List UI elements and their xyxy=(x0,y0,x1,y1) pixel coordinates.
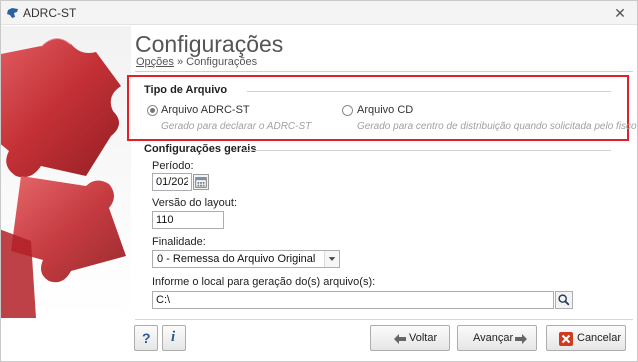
info-icon: i xyxy=(171,329,176,345)
info-button[interactable]: i xyxy=(162,325,186,351)
finalidade-selected-value: 0 - Remessa do Arquivo Original xyxy=(157,253,316,265)
puzzle-illustration xyxy=(1,26,131,318)
close-icon[interactable]: ✕ xyxy=(611,4,629,22)
radio-arquivo-adrc-st[interactable] xyxy=(147,105,158,116)
radio-label-adrc-st[interactable]: Arquivo ADRC-ST xyxy=(161,104,250,116)
hint-adrc-st: Gerado para declarar o ADRC-ST xyxy=(161,121,312,132)
cancel-x-icon xyxy=(559,332,573,346)
label-finalidade: Finalidade: xyxy=(152,236,206,248)
group-title-config-gerais: Configurações gerais xyxy=(144,143,257,155)
help-button[interactable]: ? xyxy=(134,325,158,351)
next-arrow-icon xyxy=(515,334,527,344)
search-icon[interactable] xyxy=(555,291,573,309)
back-button-label: Voltar xyxy=(409,332,438,344)
breadcrumb-separator: » xyxy=(176,56,184,68)
footer-divider xyxy=(135,319,633,320)
help-icon: ? xyxy=(142,330,151,346)
back-arrow-icon xyxy=(394,334,406,344)
chevron-down-icon[interactable] xyxy=(324,251,339,267)
title-bar: ADRC-ST ✕ xyxy=(1,1,637,25)
group-title-tipo-arquivo: Tipo de Arquivo xyxy=(144,84,228,96)
group-divider xyxy=(247,91,611,92)
dialog-window: ADRC-ST ✕ Configurações Opções » Configu… xyxy=(0,0,638,362)
calendar-icon[interactable] xyxy=(193,174,209,190)
breadcrumb: Opções » Configurações xyxy=(136,56,257,68)
cancel-button-label: Cancelar xyxy=(577,332,622,344)
hint-cd: Gerado para centro de distribuição quand… xyxy=(357,121,637,132)
cancel-button[interactable]: Cancelar xyxy=(546,325,626,351)
window-title: ADRC-ST xyxy=(23,6,77,20)
label-periodo: Período: xyxy=(152,160,194,172)
back-button[interactable]: Voltar xyxy=(370,325,450,351)
page-title: Configurações xyxy=(135,31,284,57)
next-button-label: Avançar xyxy=(473,332,514,344)
finalidade-select[interactable]: 0 - Remessa do Arquivo Original xyxy=(152,250,340,268)
label-versao-layout: Versão do layout: xyxy=(152,197,238,209)
header-divider xyxy=(135,71,633,72)
local-geracao-input[interactable] xyxy=(152,291,554,309)
label-local-geracao: Informe o local para geração do(s) arqui… xyxy=(152,276,376,288)
versao-layout-input[interactable] xyxy=(152,211,224,229)
group-divider xyxy=(245,150,611,151)
app-logo-icon xyxy=(7,8,18,18)
breadcrumb-link-opcoes[interactable]: Opções xyxy=(136,56,174,68)
periodo-input[interactable] xyxy=(152,173,192,191)
radio-arquivo-cd[interactable] xyxy=(342,105,353,116)
radio-label-cd[interactable]: Arquivo CD xyxy=(357,104,413,116)
breadcrumb-current: Configurações xyxy=(186,56,258,68)
next-button[interactable]: Avançar xyxy=(457,325,537,351)
